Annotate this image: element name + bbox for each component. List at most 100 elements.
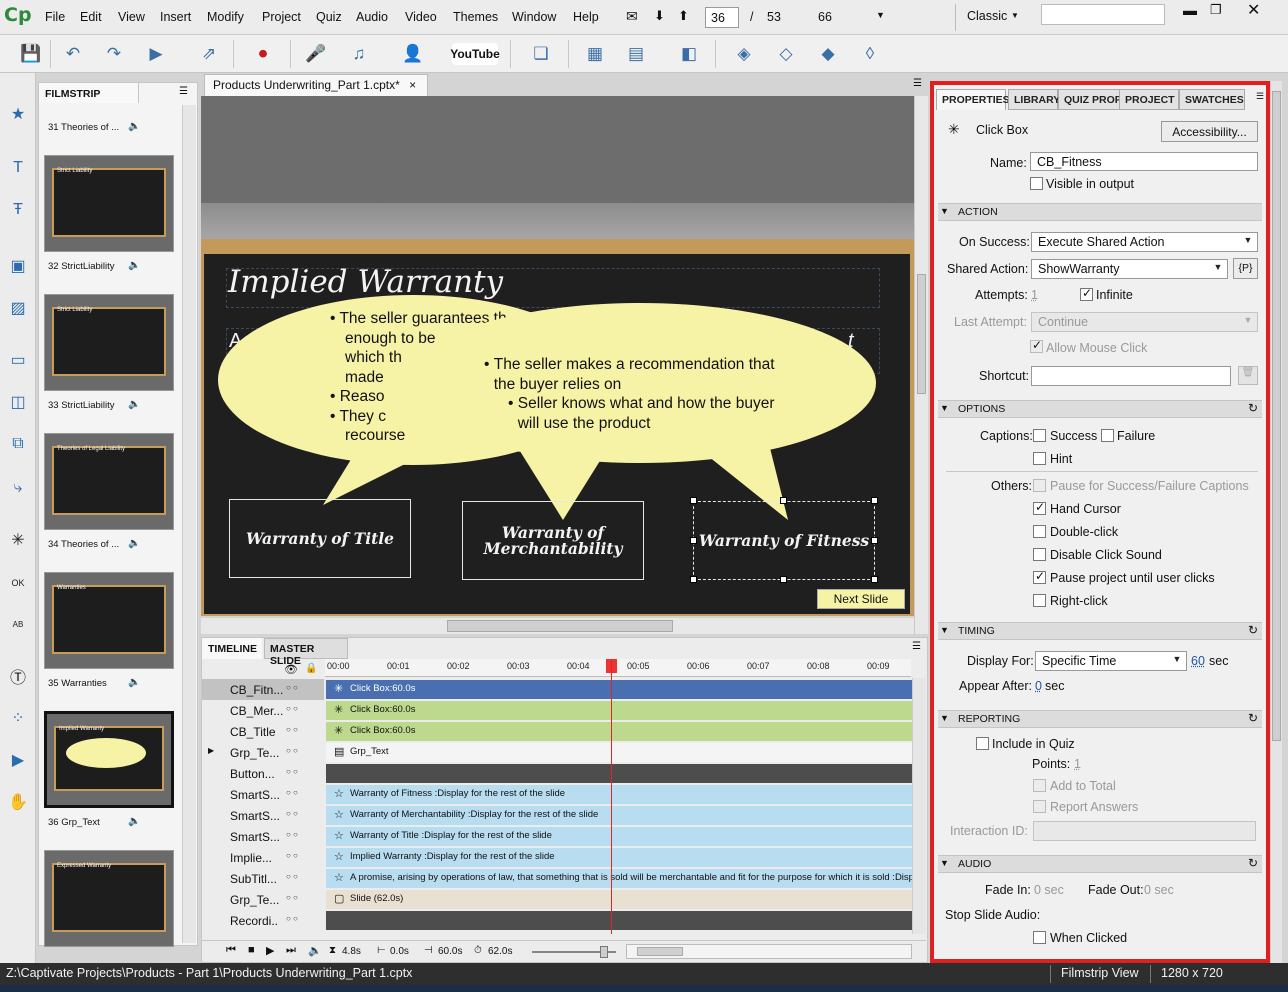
visibility-lock-toggles[interactable]: ○ ○	[286, 872, 298, 881]
double-click-checkbox[interactable]	[1033, 525, 1046, 538]
menu-modify[interactable]: Modify	[207, 10, 244, 24]
visible-in-output-checkbox[interactable]	[1030, 177, 1043, 190]
image-icon[interactable]: ▣	[5, 253, 31, 279]
playhead-line[interactable]	[611, 659, 612, 934]
tab-master-slide[interactable]: MASTER SLIDE	[264, 638, 348, 667]
timeline-row[interactable]: CB_Title ○ ○ Click Box:60.0s ✳	[202, 721, 912, 742]
section-timing[interactable]: TIMING	[938, 622, 1262, 640]
audio-icon[interactable]: ♫	[346, 41, 372, 67]
timeline-layer-name[interactable]: Implie...	[202, 847, 324, 868]
resize-handle[interactable]	[871, 537, 878, 544]
section-action[interactable]: ACTION	[938, 203, 1262, 221]
filmstrip-scrollbar[interactable]	[182, 105, 196, 943]
timeline-row[interactable]: SubTitl... ○ ○ A promise, arising by opera…	[202, 868, 912, 889]
publish-icon[interactable]: ⇗	[196, 41, 222, 67]
library-icon[interactable]: ❏	[528, 41, 554, 67]
timeline-row[interactable]: Recordi.. ○ ○	[202, 910, 912, 931]
menu-file[interactable]: File	[45, 10, 65, 24]
shortcut-input[interactable]	[1031, 366, 1231, 386]
rollover-caption-icon[interactable]: Ⓣ	[5, 663, 31, 689]
undo-icon[interactable]: ↶	[60, 41, 86, 67]
zoom-slider-thumb[interactable]	[600, 946, 608, 958]
workspace-dropdown-icon[interactable]: ▼	[1011, 11, 1019, 20]
scroll-thumb[interactable]	[637, 947, 683, 956]
hand-icon[interactable]: ✋	[5, 789, 31, 815]
video-icon[interactable]: ▶	[5, 747, 31, 773]
collapse-icon[interactable]: ▼	[940, 713, 949, 723]
click-box-icon[interactable]: ✳	[5, 527, 31, 553]
expand-group-icon[interactable]: ▶	[208, 746, 214, 755]
timeline-bar[interactable]: Click Box:60.0s	[326, 722, 912, 741]
right-click-checkbox[interactable]	[1033, 594, 1046, 607]
star-icon[interactable]: ★	[5, 101, 31, 127]
visibility-lock-toggles[interactable]: ○ ○	[286, 809, 298, 818]
character-icon[interactable]: 👤	[400, 41, 426, 67]
preview-icon[interactable]: ▶	[143, 41, 169, 67]
record-icon[interactable]: ⏺	[250, 41, 276, 67]
slide-thumbnail[interactable]: Strict Liability	[44, 294, 174, 391]
timeline-layer-name[interactable]: Recordi..	[202, 910, 324, 931]
timeline-bar[interactable]: Slide (62.0s)	[326, 890, 912, 909]
infinite-checkbox[interactable]	[1080, 286, 1093, 301]
timeline-layer-name[interactable]: CB_Fitn...	[202, 679, 324, 700]
send-backward-icon[interactable]: ◇	[773, 41, 799, 67]
visibility-lock-toggles[interactable]: ○ ○	[286, 830, 298, 839]
timeline-row[interactable]: SmartS... ○ ○ Warranty of Title :Display f…	[202, 826, 912, 847]
timeline-layer-name[interactable]: CB_Title	[202, 721, 324, 742]
bring-front-icon[interactable]: ◆	[815, 41, 841, 67]
include-in-quiz-checkbox[interactable]	[976, 737, 989, 750]
warranty-title-box[interactable]: Warranty of Title	[229, 499, 411, 578]
menu-edit[interactable]: Edit	[80, 10, 102, 24]
failure-checkbox[interactable]	[1101, 429, 1114, 442]
display-for-dropdown[interactable]: Specific Time ▼	[1035, 651, 1187, 671]
search-input[interactable]	[1041, 4, 1165, 25]
scroll-thumb[interactable]	[447, 620, 673, 632]
slide-number-input[interactable]: 36	[705, 7, 739, 28]
shared-action-dropdown[interactable]: ShowWarranty ▼	[1031, 259, 1228, 279]
visibility-lock-toggles[interactable]: ○ ○	[286, 704, 298, 713]
rollover-icon[interactable]: ◫	[5, 389, 31, 415]
zoom-value[interactable]: 66	[818, 10, 832, 24]
warranty-fitness-box[interactable]: Warranty of Fitness	[693, 501, 875, 580]
table-icon[interactable]: ▦	[582, 41, 608, 67]
timeline-row[interactable]: CB_Fitn... ○ ○ Click Box:60.0s ✳	[202, 679, 912, 700]
menu-window[interactable]: Window	[512, 10, 556, 24]
bring-forward-icon[interactable]: ◈	[731, 41, 757, 67]
collapse-icon[interactable]: ▼	[940, 625, 949, 635]
stop-icon[interactable]: ■	[248, 944, 255, 956]
mail-icon[interactable]: ✉	[626, 8, 638, 25]
slide-thumbnail[interactable]: Expressed Warranty	[44, 850, 174, 947]
menu-themes[interactable]: Themes	[453, 10, 498, 24]
collapse-icon[interactable]: ▼	[940, 858, 949, 868]
pause-project-checkbox[interactable]	[1033, 569, 1046, 584]
zoom-dropdown-icon[interactable]: ▼	[876, 10, 885, 20]
fade-in-value[interactable]: 0 sec	[1034, 883, 1064, 897]
panel-menu-icon[interactable]: ☰	[913, 78, 922, 89]
properties-scrollbar[interactable]	[1270, 81, 1282, 963]
resize-handle[interactable]	[690, 497, 697, 504]
collapse-icon[interactable]: ▼	[940, 206, 949, 216]
image-slideshow-icon[interactable]: ▨	[5, 295, 31, 321]
arrow-up-icon[interactable]: ⬆	[678, 8, 689, 24]
menu-audio[interactable]: Audio	[356, 10, 388, 24]
pause-captions-checkbox[interactable]	[1033, 479, 1046, 492]
mute-icon[interactable]: 🔈	[308, 944, 322, 957]
visibility-lock-toggles[interactable]: ○ ○	[286, 851, 298, 860]
save-icon[interactable]: 💾	[18, 41, 44, 67]
success-checkbox[interactable]	[1033, 429, 1046, 442]
timeline-row[interactable]: Grp_Te... ○ ○ Slide (62.0s) ▢	[202, 889, 912, 910]
mouse-path-icon[interactable]: ⤷	[5, 475, 31, 501]
filmstrip-tab[interactable]: FILMSTRIP	[39, 83, 139, 103]
slide-thumbnail[interactable]: Theories of Legal Liability	[44, 433, 174, 530]
timeline-vscrollbar[interactable]	[912, 678, 926, 934]
refresh-icon[interactable]: ↻	[1248, 856, 1258, 870]
close-tab-icon[interactable]: ×	[409, 78, 416, 92]
display-seconds[interactable]: 60	[1191, 654, 1205, 668]
section-options[interactable]: OPTIONS	[938, 400, 1262, 418]
resize-handle[interactable]	[690, 576, 697, 583]
minimize-icon[interactable]: ▬	[1183, 2, 1197, 18]
timeline-layer-name[interactable]: SmartS...	[202, 826, 324, 847]
section-audio[interactable]: AUDIO	[938, 855, 1262, 873]
play-icon[interactable]: ▶	[266, 944, 274, 957]
menu-insert[interactable]: Insert	[160, 10, 191, 24]
